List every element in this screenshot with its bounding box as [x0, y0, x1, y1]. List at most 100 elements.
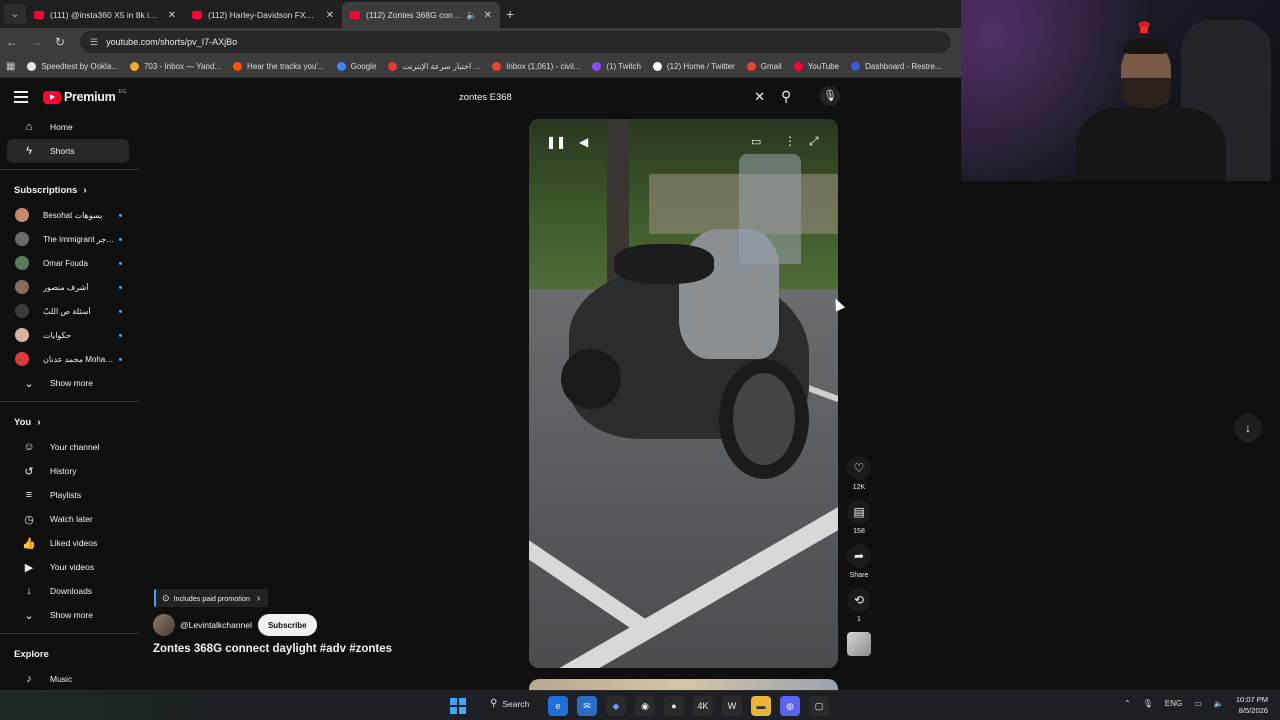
- browser-tab[interactable]: (112) Harley-Davidson FXS8 Bla ✕: [184, 2, 342, 28]
- share-label: Share: [849, 572, 869, 579]
- like-button[interactable]: ♡ 12K: [846, 456, 872, 491]
- obs-icon[interactable]: ●: [664, 696, 684, 716]
- taskbar-search[interactable]: ⚲ Search: [490, 698, 529, 709]
- youtube-logo[interactable]: Premium EG: [43, 89, 126, 104]
- subscription-item[interactable]: Besohat بسوهات: [0, 203, 138, 227]
- sidebar-item-shorts[interactable]: ϟ Shorts: [7, 139, 129, 163]
- channel-handle[interactable]: @Levintalkchannel: [180, 620, 252, 630]
- paid-promotion-badge[interactable]: ⊙ Includes paid promotion ›: [154, 589, 269, 607]
- network-icon[interactable]: ▭: [1194, 699, 1202, 708]
- remix-button[interactable]: ⟲ 1: [846, 588, 872, 623]
- new-content-dot: [119, 285, 122, 289]
- subscription-item[interactable]: محمد عدنان Mohamad...: [0, 347, 138, 371]
- channel-avatar[interactable]: [153, 614, 175, 636]
- bookmark-item[interactable]: Inbox (1,061) - civil...: [492, 62, 580, 71]
- new-tab-button[interactable]: +: [506, 6, 514, 22]
- sidebar-item-home[interactable]: ⌂ Home: [7, 115, 129, 139]
- clear-search-icon[interactable]: ✕: [754, 89, 765, 105]
- reload-icon[interactable]: ↻: [48, 35, 72, 49]
- captions-icon[interactable]: ▭: [751, 135, 761, 148]
- comments-button[interactable]: ▤ 158: [846, 500, 872, 535]
- edge-icon[interactable]: e: [548, 696, 568, 716]
- neon-logo-icon: ♛: [1137, 20, 1152, 37]
- sidebar-item-history[interactable]: ↺ History: [7, 459, 129, 483]
- bookmark-item[interactable]: Google: [336, 62, 376, 71]
- 4k-app-icon[interactable]: 4K: [693, 696, 713, 716]
- sidebar-item-watch-later[interactable]: ◷ Watch later: [7, 507, 129, 531]
- bookmark-item[interactable]: YouTube: [793, 62, 839, 71]
- bookmark-item[interactable]: Speedtest by Ookla...: [27, 62, 118, 71]
- bookmark-item[interactable]: (12) Home / Twitter: [652, 62, 735, 71]
- wordpad-icon[interactable]: W: [722, 696, 742, 716]
- subscription-item[interactable]: أسئلة ص اللبّ: [0, 299, 138, 323]
- short-video-player[interactable]: ❚❚ ◀ ▭ ⋮ ⤢: [529, 119, 838, 668]
- bookmark-item[interactable]: اختبار سرعة الإنترنت ...: [388, 62, 480, 71]
- browser-tab[interactable]: (111) @insta360 X5 in 8k is just ✕: [26, 2, 184, 28]
- outlook-icon[interactable]: ✉: [577, 696, 597, 716]
- search-query[interactable]: zontes E368: [450, 92, 754, 103]
- forward-arrow-icon[interactable]: →: [24, 35, 48, 49]
- more-options-icon[interactable]: ⋮: [784, 134, 796, 148]
- sidebar-item-music[interactable]: ♪ Music: [7, 667, 129, 691]
- bookmark-item[interactable]: Hear the tracks you'...: [233, 62, 325, 71]
- bookmark-item[interactable]: Dashboard - Restre...: [851, 62, 942, 71]
- bookmark-item[interactable]: (1) Twitch: [592, 62, 641, 71]
- you-header[interactable]: You ›: [0, 409, 138, 435]
- volume-icon[interactable]: ◀: [579, 135, 588, 149]
- video-title[interactable]: Zontes 368G connect daylight #adv #zonte…: [153, 643, 392, 655]
- sidebar-item-playlists[interactable]: ≡ Playlists: [7, 483, 129, 507]
- back-arrow-icon[interactable]: ←: [0, 35, 24, 49]
- sidebar-item-liked-videos[interactable]: 👍 Liked videos: [7, 531, 129, 555]
- tab-search-button[interactable]: ⌄: [4, 4, 26, 24]
- microphone-icon[interactable]: 🎙: [1143, 699, 1153, 708]
- browser-tab-active[interactable]: (112) Zontes 368G connect 🔈 ✕: [342, 2, 500, 28]
- subscription-item[interactable]: Omar Fouda: [0, 251, 138, 275]
- sidebar-item-downloads[interactable]: ↓ Downloads: [7, 579, 129, 603]
- close-tab-icon[interactable]: ✕: [484, 10, 492, 21]
- bookmark-item[interactable]: 703 - Inbox — Yand...: [129, 62, 221, 71]
- taskbar-apps: e ✉ ◆ ◉ ● 4K W ▬ ◍ ▢: [548, 696, 838, 716]
- show-more-you[interactable]: ⌄ Show more: [7, 603, 129, 627]
- subscribe-button[interactable]: Subscribe: [257, 614, 317, 636]
- playlists-icon: ≡: [25, 489, 33, 501]
- chevron-up-icon[interactable]: ⌃: [1124, 699, 1131, 708]
- sidebar: ⌂ Home ϟ Shorts Subscriptions › Besohat …: [0, 115, 138, 695]
- chrome-icon[interactable]: ◉: [635, 696, 655, 716]
- bookmark-item[interactable]: Gmail: [746, 62, 782, 71]
- bookmark-favicon-icon: [388, 62, 398, 71]
- subscription-item[interactable]: حكوايات: [0, 323, 138, 347]
- file-explorer-icon[interactable]: ▬: [751, 696, 771, 716]
- menu-icon[interactable]: [14, 91, 28, 103]
- subscription-item[interactable]: The Immigrant المهاجر: [0, 227, 138, 251]
- music-icon: ♪: [26, 673, 32, 685]
- url-bar[interactable]: ☰ youtube.com/shorts/pv_I7-AXjBo: [80, 31, 951, 53]
- task-view-icon[interactable]: ▢: [809, 696, 829, 716]
- apps-grid-icon[interactable]: ▦: [6, 61, 15, 72]
- share-icon: ➦: [847, 544, 871, 568]
- show-more-subscriptions[interactable]: ⌄ Show more: [7, 371, 129, 395]
- discord-icon[interactable]: ◍: [780, 696, 800, 716]
- speaker-icon[interactable]: 🔈: [466, 10, 477, 21]
- sound-thumbnail[interactable]: [847, 632, 871, 656]
- subscriptions-header[interactable]: Subscriptions ›: [0, 177, 138, 203]
- search-input[interactable]: zontes E368 ✕: [450, 87, 775, 107]
- subscription-item[interactable]: أشرف منصور: [0, 275, 138, 299]
- sidebar-item-your-channel[interactable]: ☺ Your channel: [7, 435, 129, 459]
- microphone-icon[interactable]: 🎙: [820, 86, 840, 106]
- next-short-button[interactable]: ↓: [1234, 414, 1262, 442]
- sidebar-item-your-videos[interactable]: ▶ Your videos: [7, 555, 129, 579]
- share-button[interactable]: ➦ Share: [846, 544, 872, 579]
- windows-start-icon[interactable]: [450, 698, 466, 714]
- watch-later-icon: ◷: [24, 513, 34, 526]
- site-info-icon[interactable]: ☰: [90, 37, 98, 48]
- close-tab-icon[interactable]: ✕: [168, 10, 176, 21]
- language-indicator[interactable]: ENG: [1165, 699, 1182, 708]
- vpn-icon[interactable]: ◆: [606, 696, 626, 716]
- fullscreen-icon[interactable]: ⤢: [809, 134, 819, 149]
- bookmark-favicon-icon: [336, 62, 346, 71]
- search-icon[interactable]: ⚲: [781, 88, 791, 105]
- pause-icon[interactable]: ❚❚: [546, 135, 566, 149]
- close-tab-icon[interactable]: ✕: [326, 10, 334, 21]
- clock[interactable]: 10:07 PM 8/5/2026: [1218, 694, 1268, 716]
- channel-avatar: [15, 328, 29, 342]
